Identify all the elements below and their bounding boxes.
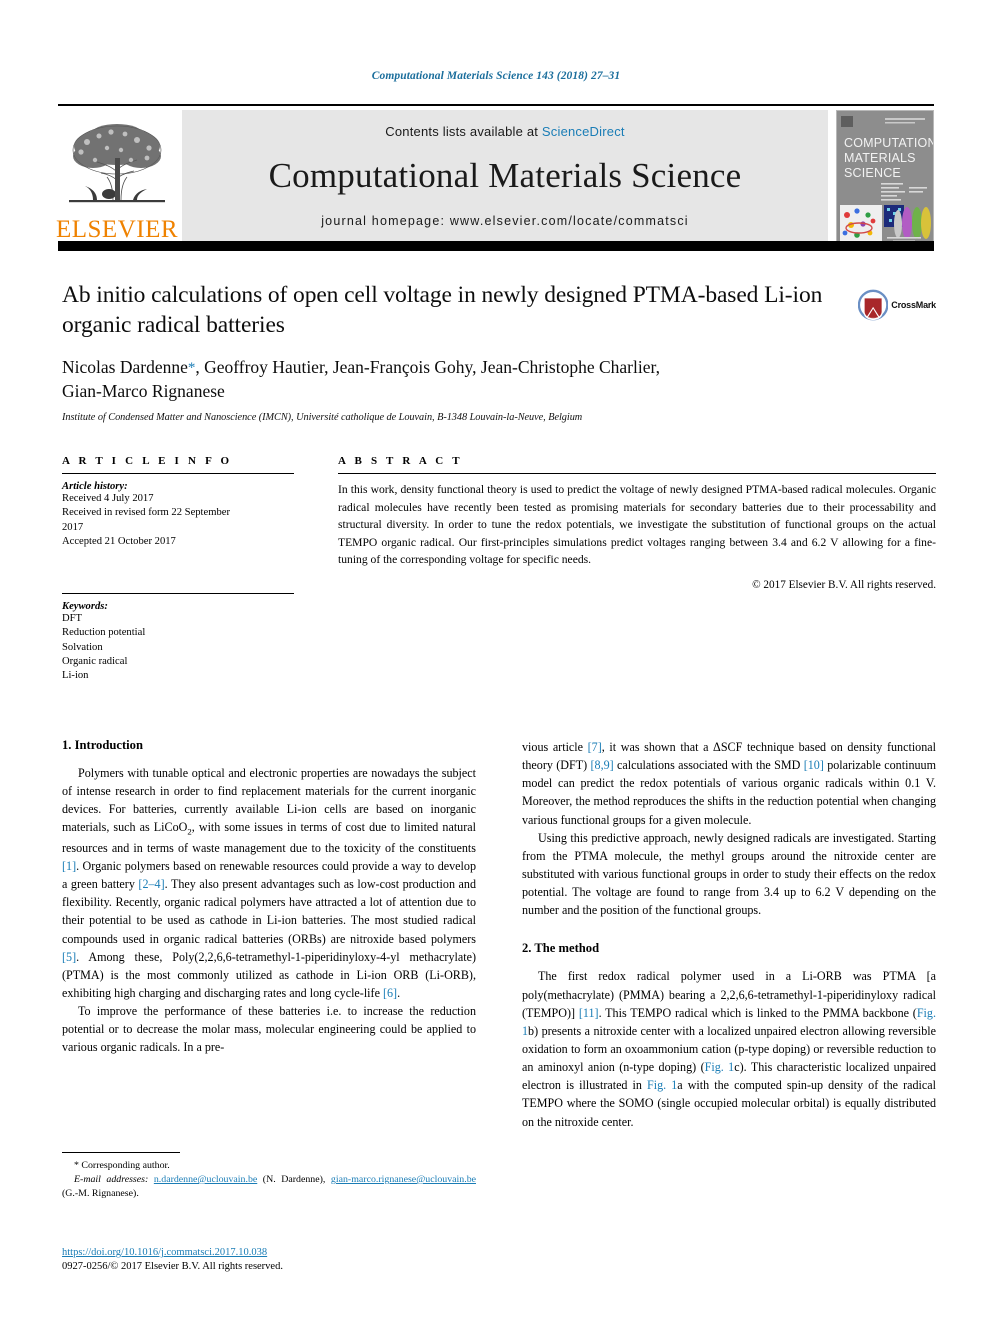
copyright-line: © 2017 Elsevier B.V. All rights reserved… <box>752 579 936 592</box>
body-column-right: vious article [7], it was shown that a Δ… <box>522 738 936 1258</box>
article-info-label: A R T I C L E I N F O <box>62 455 233 467</box>
author-first: Nicolas Dardenne <box>62 357 188 378</box>
citation-ref[interactable]: [6] <box>383 986 397 1000</box>
keyword-item: DFT <box>62 613 83 625</box>
abstract-rule <box>338 473 936 474</box>
intro-frag-f: . <box>397 986 401 1001</box>
crossmark-badge[interactable]: CrossMark <box>858 283 936 327</box>
keywords-label: Keywords: <box>62 601 108 613</box>
intro-paragraph-1: Polymers with tunable optical and electr… <box>62 764 476 1002</box>
citation-ref[interactable]: [7] <box>588 740 602 754</box>
history-item: Received in revised form 22 September <box>62 507 230 519</box>
abstract-column: A B S T R A C T In this work, density fu… <box>338 455 936 684</box>
citation-ref[interactable]: [2–4] <box>138 877 164 891</box>
elsevier-wordmark: ELSEVIER <box>55 216 179 243</box>
email-label: E-mail addresses: <box>74 1174 149 1186</box>
contents-available-line: Contents lists available at ScienceDirec… <box>385 124 624 139</box>
citation-ref[interactable]: [8,9] <box>591 758 614 772</box>
section-heading-introduction: 1. Introduction <box>62 738 143 752</box>
keyword-item: Li-ion <box>62 670 89 682</box>
keyword-item: Reduction potential <box>62 627 146 639</box>
email-owner-1: (N. Dardenne), <box>257 1174 331 1186</box>
sciencedirect-link[interactable]: ScienceDirect <box>542 124 625 139</box>
article-info-rule <box>62 473 294 474</box>
journal-homepage-line: journal homepage: www.elsevier.com/locat… <box>321 214 689 228</box>
email-link-dardenne[interactable]: n.dardenne@uclouvain.be <box>154 1174 257 1185</box>
abstract-label: A B S T R A C T <box>338 455 463 467</box>
right-frag-a: vious article <box>522 740 588 754</box>
intro-paragraph-2: To improve the performance of these batt… <box>62 1004 476 1055</box>
right-frag-c: calculations associated with the SMD <box>613 758 804 773</box>
doi-block: https://doi.org/10.1016/j.commatsci.2017… <box>62 1246 492 1274</box>
email-link-rignanese[interactable]: gian-marco.rignanese@uclouvain.be <box>331 1174 476 1185</box>
crossmark-icon <box>858 289 889 321</box>
page-title: Ab initio calculations of open cell volt… <box>62 282 823 338</box>
keyword-item: Organic radical <box>62 656 128 668</box>
citation-ref[interactable]: [1] <box>62 859 76 873</box>
elsevier-tree-icon <box>69 124 165 203</box>
info-abstract-row: A R T I C L E I N F O Article history: R… <box>62 455 936 684</box>
email-owner-2: (G.-M. Rignanese). <box>62 1188 139 1200</box>
cover-artwork: COMPUTATIONAL MATERIALS SCIENCE <box>837 111 933 243</box>
keywords-rule <box>62 593 294 595</box>
keyword-item: Solvation <box>62 641 103 653</box>
affiliation: Institute of Condensed Matter and Nanosc… <box>62 412 583 424</box>
elsevier-logo: ELSEVIER <box>55 110 179 244</box>
history-item: Accepted 21 October 2017 <box>62 535 176 547</box>
article-info-column: A R T I C L E I N F O Article history: R… <box>62 455 294 684</box>
footnote-block: * Corresponding author. E-mail addresses… <box>62 1152 476 1201</box>
section-heading-method: 2. The method <box>522 941 600 956</box>
svg-text:COMPUTATIONAL: COMPUTATIONAL <box>844 136 933 150</box>
contents-prefix: Contents lists available at <box>385 124 542 139</box>
journal-title: Computational Materials Science <box>268 156 742 196</box>
title-block: Ab initio calculations of open cell volt… <box>62 281 862 423</box>
email-note: E-mail addresses: n.dardenne@uclouvain.b… <box>62 1173 476 1201</box>
method-frag-b: . This TEMPO radical which is linked to … <box>598 1005 917 1020</box>
svg-text:SCIENCE: SCIENCE <box>844 166 901 180</box>
right-paragraph-2: Using this predictive approach, newly de… <box>522 830 936 918</box>
article-history-label: Article history: <box>62 481 128 492</box>
journal-cover-thumbnail: COMPUTATIONAL MATERIALS SCIENCE <box>836 110 934 244</box>
method-paragraph-1: The first redox radical polymer used in … <box>522 967 936 1130</box>
header-divider-bar <box>58 241 934 251</box>
footnote-rule <box>62 1152 180 1153</box>
running-head: Computational Materials Science 143 (201… <box>371 70 621 82</box>
journal-masthead: ELSEVIER Contents lists available at Sci… <box>55 104 934 244</box>
intro-frag-e: . Among these, Poly(2,2,6,6-tetramethyl-… <box>62 949 476 1001</box>
abstract-text: In this work, density functional theory … <box>338 483 936 567</box>
citation-ref[interactable]: [11] <box>579 1006 599 1020</box>
citation-ref[interactable]: [10] <box>804 758 824 772</box>
svg-text:MATERIALS: MATERIALS <box>844 151 916 165</box>
corresponding-author-note: * Corresponding author. <box>74 1160 170 1171</box>
history-item: Received 4 July 2017 <box>62 493 154 504</box>
paper-page: Computational Materials Science 143 (201… <box>0 0 992 1323</box>
issn-copyright-line: 0927-0256/© 2017 Elsevier B.V. All right… <box>62 1261 283 1273</box>
journal-band: Contents lists available at ScienceDirec… <box>182 110 828 244</box>
author-last: Gian-Marco Rignanese <box>62 380 225 401</box>
doi-link[interactable]: https://doi.org/10.1016/j.commatsci.2017… <box>62 1246 492 1260</box>
figure-ref[interactable]: Fig. 1 <box>647 1078 677 1092</box>
history-item: 2017 <box>62 521 84 533</box>
citation-ref[interactable]: [5] <box>62 950 76 964</box>
figure-ref[interactable]: Fig. 1 <box>705 1060 735 1074</box>
author-list: Nicolas Dardenne*, Geoffroy Hautier, Jea… <box>62 356 862 403</box>
right-paragraph-1: vious article [7], it was shown that a Δ… <box>522 738 936 829</box>
authors-rest: , Geoffroy Hautier, Jean-François Gohy, … <box>195 357 661 378</box>
crossmark-label: CrossMark <box>891 300 936 310</box>
